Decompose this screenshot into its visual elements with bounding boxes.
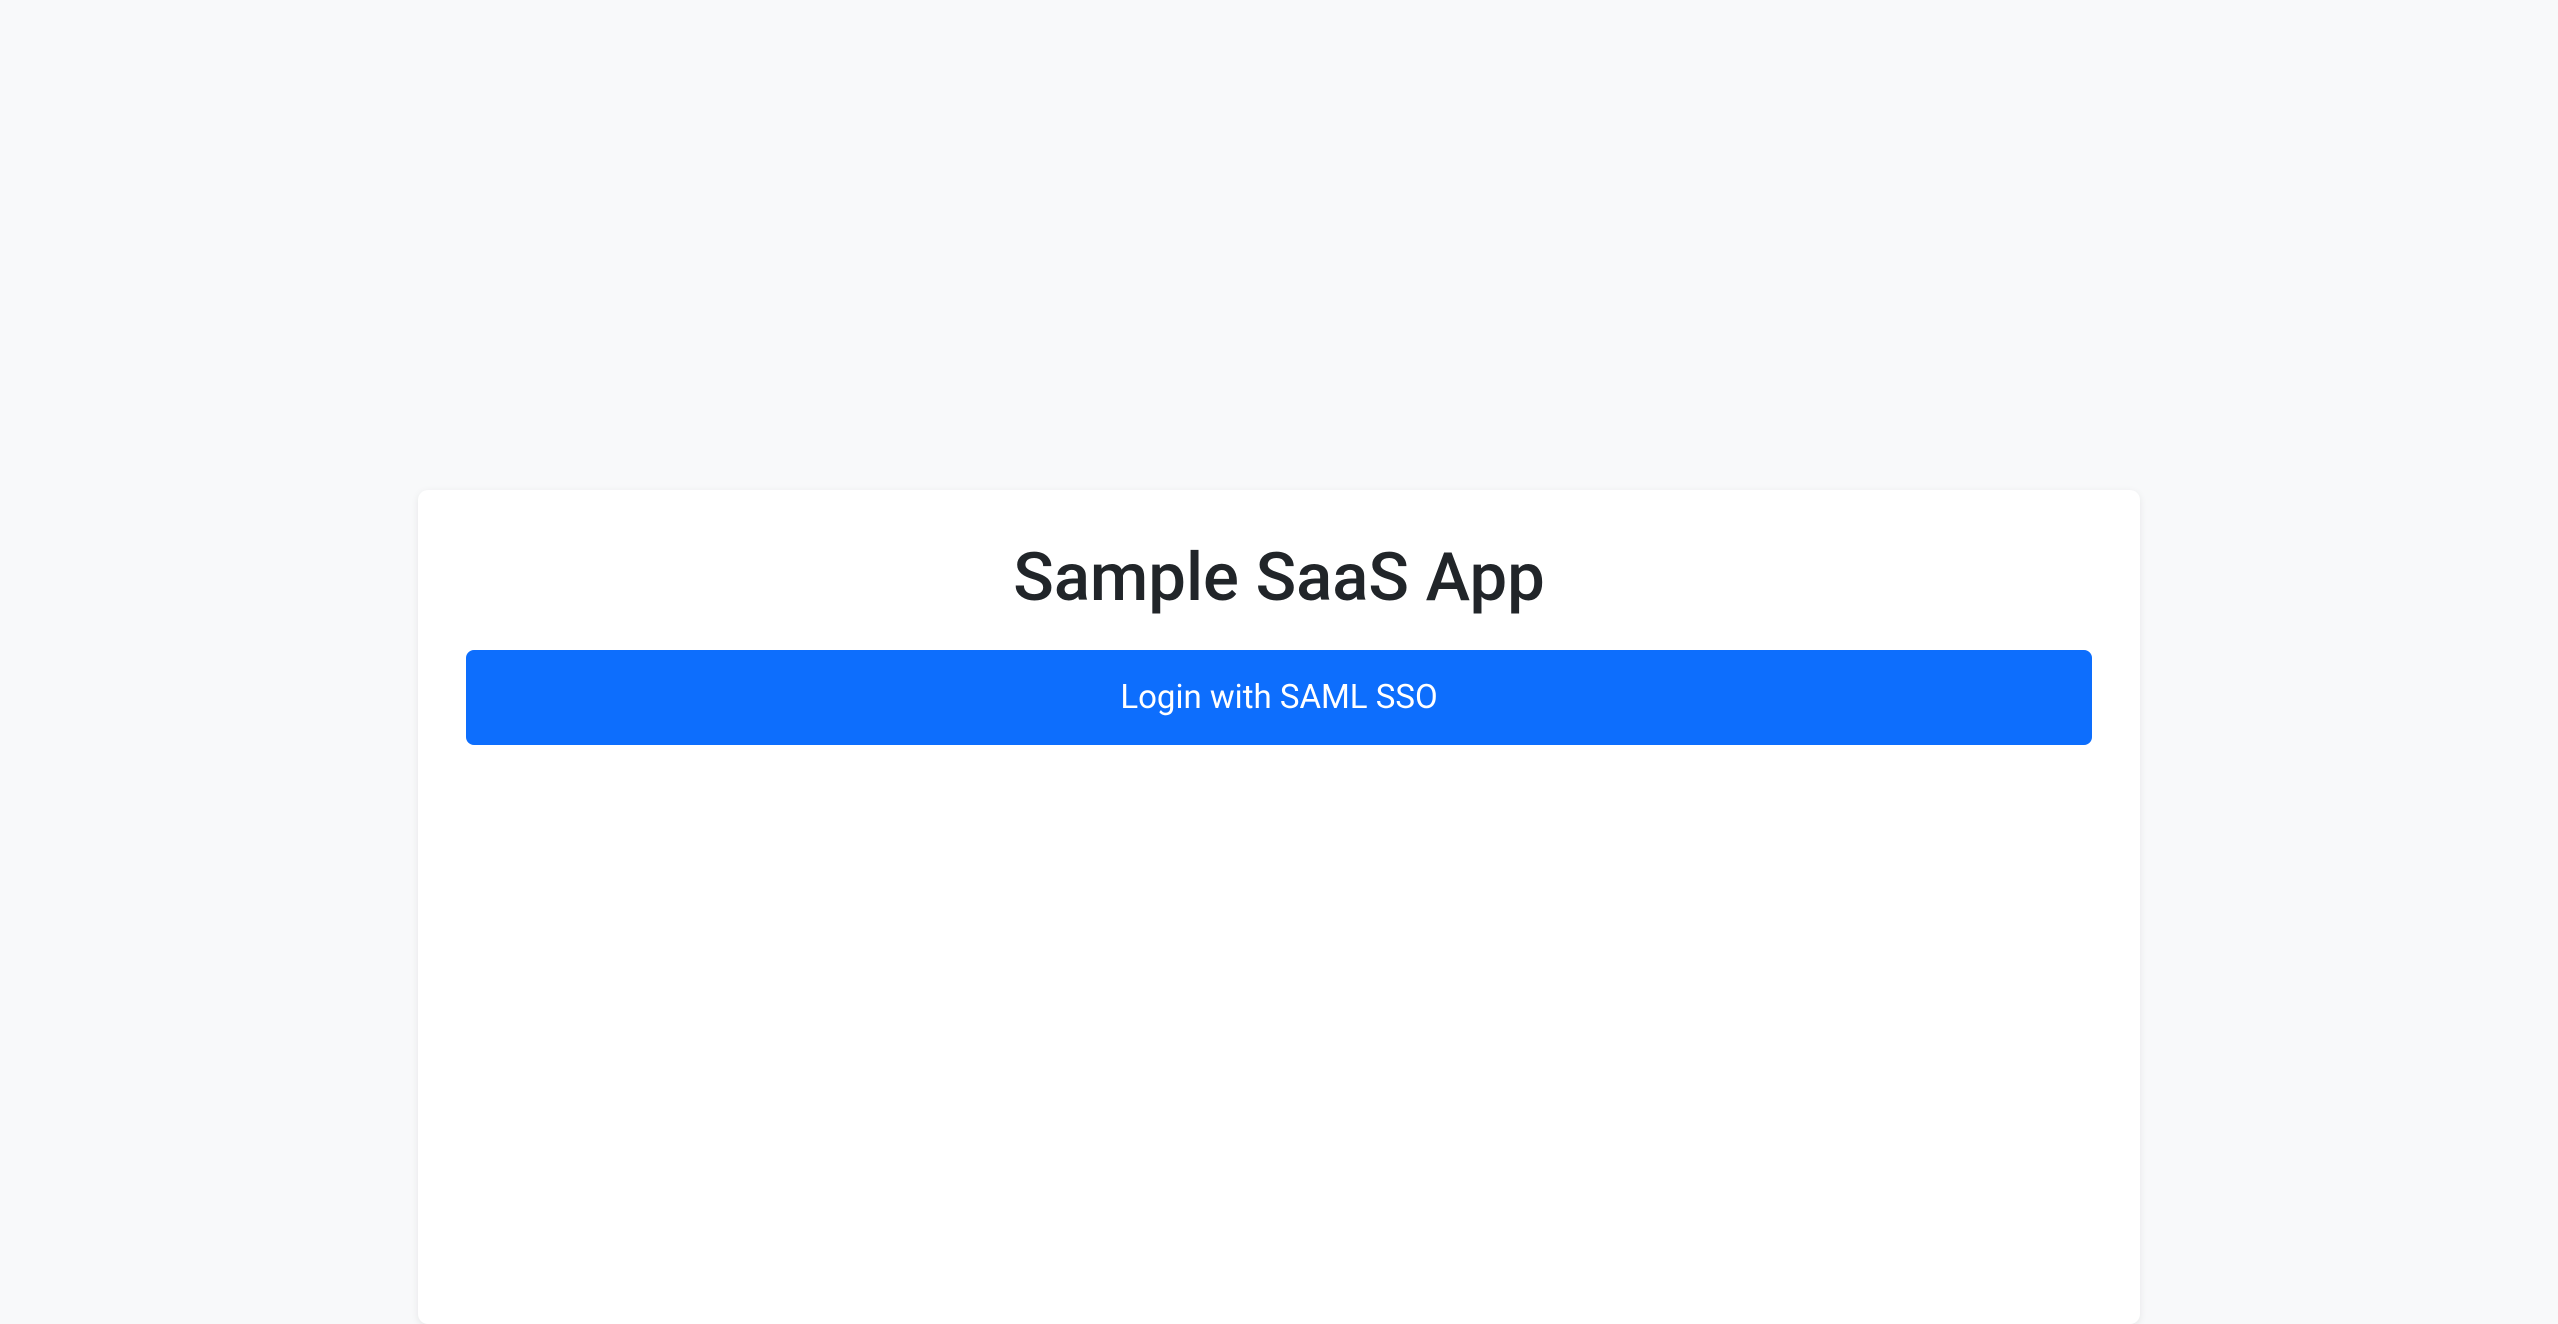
app-title: Sample SaaS App <box>466 538 2092 618</box>
login-card: Sample SaaS App Login with SAML SSO <box>418 490 2140 1324</box>
login-saml-sso-button[interactable]: Login with SAML SSO <box>466 650 2092 745</box>
